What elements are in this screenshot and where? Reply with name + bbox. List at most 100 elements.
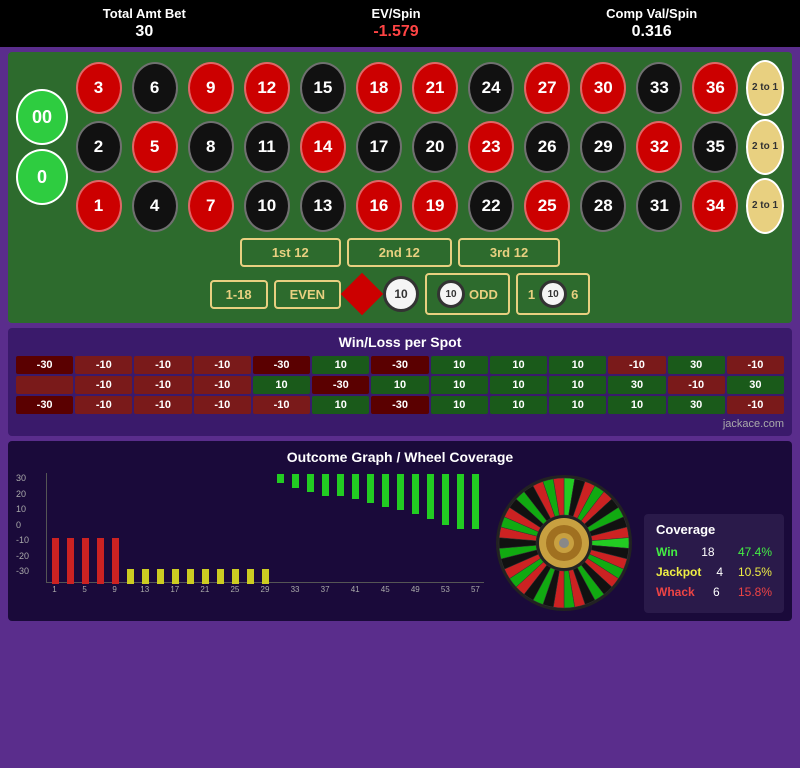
odd-label: ODD <box>469 287 498 302</box>
wl-cell-2-1: -10 <box>75 396 132 414</box>
num-cell-28[interactable]: 28 <box>577 178 630 234</box>
num-cell-34[interactable]: 34 <box>689 178 742 234</box>
bar-18 <box>319 474 332 584</box>
num-cell-27[interactable]: 27 <box>521 60 574 116</box>
num-cell-29[interactable]: 29 <box>577 119 630 175</box>
wl-cell-1-10: 30 <box>608 376 665 394</box>
wl-cell-1-2: -10 <box>134 376 191 394</box>
num-cell-25[interactable]: 25 <box>521 178 574 234</box>
x-label-0: 1 <box>48 585 61 594</box>
bar-rect-9 <box>187 569 194 584</box>
whack-label: Whack <box>656 585 695 599</box>
num-cell-13[interactable]: 13 <box>296 178 349 234</box>
wheel <box>494 473 634 613</box>
zero-cell[interactable]: 0 <box>16 149 68 205</box>
wl-cell-1-1: -10 <box>75 376 132 394</box>
wl-cell-0-8: 10 <box>490 356 547 374</box>
wl-cell-2-3: -10 <box>194 396 251 414</box>
low-bet[interactable]: 1-18 <box>210 280 268 309</box>
bar-rect-19 <box>337 474 344 496</box>
winloss-section: Win/Loss per Spot -30-10-10-10-3010-3010… <box>8 328 792 436</box>
bar-rect-1 <box>67 538 74 584</box>
num-cell-21[interactable]: 21 <box>408 60 461 116</box>
num-cell-15[interactable]: 15 <box>296 60 349 116</box>
odd-bet[interactable]: 10 ODD <box>425 273 510 315</box>
num-cell-1[interactable]: 1 <box>72 178 125 234</box>
num-cell-10[interactable]: 10 <box>240 178 293 234</box>
num-cell-7[interactable]: 7 <box>184 178 237 234</box>
x-label-20: 41 <box>349 585 362 594</box>
x-label-16: 33 <box>289 585 302 594</box>
num-cell-26[interactable]: 26 <box>521 119 574 175</box>
dozen-1st[interactable]: 1st 12 <box>240 238 341 267</box>
even-bet[interactable]: EVEN <box>274 280 341 309</box>
num-cell-33[interactable]: 33 <box>633 60 686 116</box>
high-bet[interactable]: 1 10 6 <box>516 273 590 315</box>
num-cell-22[interactable]: 22 <box>465 178 518 234</box>
bar-4 <box>109 474 122 584</box>
bar-24 <box>409 474 422 584</box>
num-cell-9[interactable]: 9 <box>184 60 237 116</box>
num-cell-3[interactable]: 3 <box>72 60 125 116</box>
num-cell-35[interactable]: 35 <box>689 119 742 175</box>
ev-spin-label: EV/Spin <box>371 6 420 21</box>
total-amt-bet-value: 30 <box>103 23 186 41</box>
col-bet-0[interactable]: 2 to 1 <box>746 60 784 116</box>
bar-rect-25 <box>427 474 434 520</box>
dozen-2nd[interactable]: 2nd 12 <box>347 238 452 267</box>
dozen-3rd[interactable]: 3rd 12 <box>458 238 560 267</box>
x-label-2: 5 <box>78 585 91 594</box>
numbers-grid: 3691215182124273033362581114172023262932… <box>72 60 742 234</box>
num-cell-4[interactable]: 4 <box>128 178 181 234</box>
num-cell-16[interactable]: 16 <box>352 178 405 234</box>
chip-10[interactable]: 10 <box>383 276 419 312</box>
bar-rect-23 <box>397 474 404 511</box>
win-count: 18 <box>701 545 714 559</box>
wl-cell-2-10: 10 <box>608 396 665 414</box>
wl-cell-0-2: -10 <box>134 356 191 374</box>
wl-cell-0-5: 10 <box>312 356 369 374</box>
num-cell-20[interactable]: 20 <box>408 119 461 175</box>
num-cell-8[interactable]: 8 <box>184 119 237 175</box>
bar-rect-28 <box>472 474 479 529</box>
wl-cell-0-0: -30 <box>16 356 73 374</box>
y-label-30: 30 <box>16 473 29 483</box>
num-cell-30[interactable]: 30 <box>577 60 630 116</box>
num-cell-32[interactable]: 32 <box>633 119 686 175</box>
num-cell-18[interactable]: 18 <box>352 60 405 116</box>
bar-rect-16 <box>292 474 299 489</box>
whack-row: Whack 6 15.8% <box>656 585 772 599</box>
x-label-24: 49 <box>409 585 422 594</box>
col-bet-2[interactable]: 2 to 1 <box>746 178 784 234</box>
x-label-6: 13 <box>138 585 151 594</box>
jackpot-count: 4 <box>716 565 723 579</box>
bar-chart-area <box>46 473 484 583</box>
num-cell-19[interactable]: 19 <box>408 178 461 234</box>
coverage-title: Coverage <box>656 522 772 537</box>
roulette-table: 00 0 36912151821242730333625811141720232… <box>8 52 792 323</box>
num-cell-31[interactable]: 31 <box>633 178 686 234</box>
col-bet-1[interactable]: 2 to 1 <box>746 119 784 175</box>
bar-8 <box>169 474 182 584</box>
num-cell-36[interactable]: 36 <box>689 60 742 116</box>
num-cell-6[interactable]: 6 <box>128 60 181 116</box>
bar-rect-7 <box>157 569 164 584</box>
num-cell-24[interactable]: 24 <box>465 60 518 116</box>
num-cell-23[interactable]: 23 <box>465 119 518 175</box>
x-label-19 <box>334 585 347 594</box>
num-cell-11[interactable]: 11 <box>240 119 293 175</box>
num-cell-17[interactable]: 17 <box>352 119 405 175</box>
num-cell-2[interactable]: 2 <box>72 119 125 175</box>
num-cell-5[interactable]: 5 <box>128 119 181 175</box>
num-cell-12[interactable]: 12 <box>240 60 293 116</box>
bar-28 <box>469 474 482 584</box>
diamond-icon[interactable] <box>341 273 383 315</box>
zero-column: 00 0 <box>16 60 68 234</box>
wl-cell-0-12: -10 <box>727 356 784 374</box>
num-cell-14[interactable]: 14 <box>296 119 349 175</box>
double-zero-cell[interactable]: 00 <box>16 89 68 145</box>
x-label-8: 17 <box>168 585 181 594</box>
high-label: 1 <box>528 287 535 302</box>
bar-rect-24 <box>412 474 419 514</box>
jackpot-label: Jackpot <box>656 565 701 579</box>
